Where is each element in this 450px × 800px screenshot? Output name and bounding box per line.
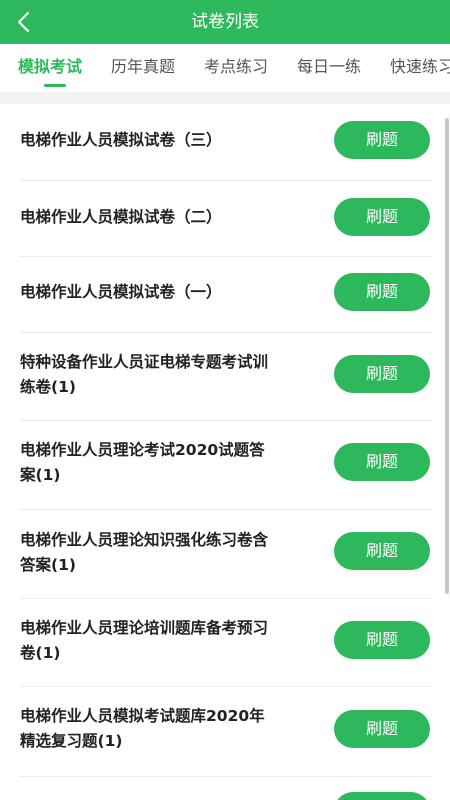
section-divider: [0, 92, 450, 104]
active-tab-indicator: [44, 84, 66, 87]
practice-button[interactable]: 刷题: [334, 198, 430, 236]
paper-title: 电梯作业人员模拟试卷（三）: [20, 131, 222, 149]
practice-button-partial[interactable]: [334, 792, 430, 800]
category-tabs: 模拟考试 历年真题 考点练习 每日一练 快速练习: [0, 44, 450, 92]
app-header: 试卷列表: [0, 0, 450, 44]
practice-button[interactable]: 刷题: [334, 621, 430, 659]
paper-title: 电梯作业人员模拟试卷（一）: [20, 283, 222, 301]
tab-past-exams[interactable]: 历年真题: [111, 44, 175, 92]
page-title: 试卷列表: [191, 12, 259, 32]
list-item: 电梯作业人员模拟考试题库2020年精选复习题(1) 刷题: [0, 687, 450, 777]
practice-button[interactable]: 刷题: [334, 355, 430, 393]
list-item: 特种设备作业人员证电梯专题考试训练卷(1) 刷题: [0, 333, 450, 421]
practice-button[interactable]: 刷题: [334, 273, 430, 311]
paper-title: 特种设备作业人员证电梯专题考试训练卷(1): [20, 353, 269, 396]
list-item: 电梯作业人员模拟试卷（二） 刷题: [0, 181, 450, 257]
paper-list[interactable]: 电梯作业人员模拟试卷（三） 刷题 电梯作业人员模拟试卷（二） 刷题 电梯作业人员…: [0, 104, 450, 800]
list-item: 电梯作业人员理论考试2020试题答案(1) 刷题: [0, 421, 450, 510]
row-divider: [20, 776, 432, 777]
list-item: 电梯作业人员模拟试卷（一） 刷题: [0, 257, 450, 333]
list-item: 电梯作业人员理论培训题库备考预习卷(1) 刷题: [0, 599, 450, 687]
practice-button[interactable]: 刷题: [334, 121, 430, 159]
practice-button[interactable]: 刷题: [334, 443, 430, 481]
paper-title: 电梯作业人员理论知识强化练习卷含答案(1): [20, 531, 269, 574]
paper-title: 电梯作业人员理论考试2020试题答案(1): [20, 441, 265, 484]
list-item: 电梯作业人员模拟试卷（三） 刷题: [0, 104, 450, 181]
paper-title: 电梯作业人员理论培训题库备考预习卷(1): [20, 619, 269, 662]
paper-title: 电梯作业人员模拟考试题库2020年精选复习题(1): [20, 707, 265, 750]
scrollbar[interactable]: [445, 118, 449, 594]
back-button[interactable]: [8, 6, 40, 38]
practice-button[interactable]: 刷题: [334, 710, 430, 748]
tab-quick-practice[interactable]: 快速练习: [390, 44, 450, 92]
tab-daily-practice[interactable]: 每日一练: [297, 44, 361, 92]
paper-title: 电梯作业人员模拟试卷（二）: [20, 208, 222, 226]
list-item: 电梯作业人员理论知识强化练习卷含答案(1) 刷题: [0, 510, 450, 599]
practice-button[interactable]: 刷题: [334, 532, 430, 570]
chevron-left-icon: [17, 11, 30, 33]
tab-topic-practice[interactable]: 考点练习: [204, 44, 268, 92]
